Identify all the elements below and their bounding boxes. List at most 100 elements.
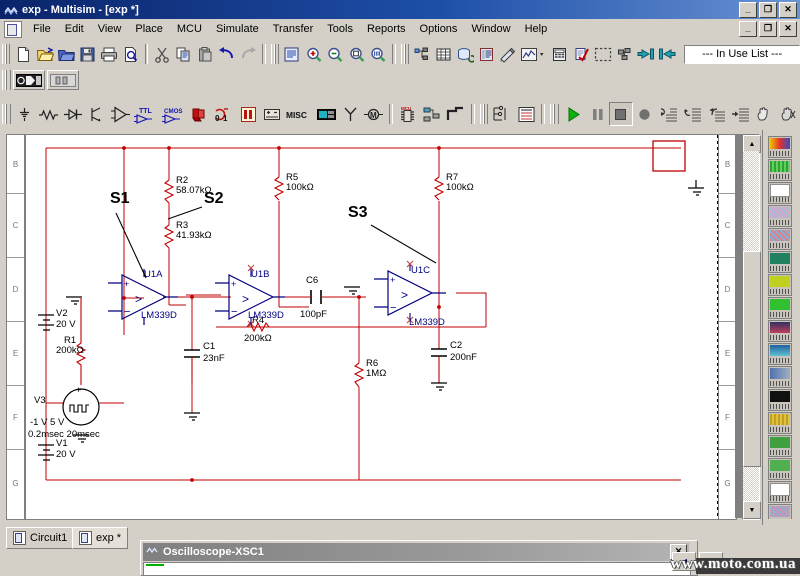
undo-icon[interactable] bbox=[216, 42, 238, 66]
palette-item-6[interactable] bbox=[768, 251, 792, 273]
electromechanical-icon[interactable]: M bbox=[362, 102, 386, 126]
palette-item-3[interactable] bbox=[768, 182, 792, 204]
tab-exp[interactable]: exp * bbox=[72, 527, 129, 549]
pause-icon[interactable] bbox=[585, 102, 609, 126]
stop-hand-icon[interactable] bbox=[776, 102, 800, 126]
toolbar-grip[interactable] bbox=[2, 44, 11, 64]
window-close-button[interactable]: ✕ bbox=[779, 1, 797, 18]
measurement-probe-icon[interactable] bbox=[490, 102, 514, 126]
mdi-minimize-button[interactable]: _ bbox=[739, 21, 757, 37]
oscilloscope-title-bar[interactable]: Oscilloscope-XSC1 ✕ bbox=[143, 543, 689, 561]
palette-item-14[interactable] bbox=[768, 435, 792, 457]
view-toolbar-grip[interactable] bbox=[270, 44, 280, 64]
paste-icon[interactable] bbox=[195, 42, 217, 66]
palette-item-4[interactable] bbox=[768, 205, 792, 227]
window-restore-button[interactable]: ❐ bbox=[759, 1, 777, 18]
palette-item-10[interactable] bbox=[768, 343, 792, 365]
bus-icon[interactable] bbox=[444, 102, 468, 126]
palette-item-15[interactable] bbox=[768, 458, 792, 480]
scroll-down-button[interactable]: ▼ bbox=[743, 501, 761, 519]
palette-item-9[interactable] bbox=[768, 320, 792, 342]
palette-item-13[interactable] bbox=[768, 412, 792, 434]
postprocessor-icon[interactable] bbox=[549, 42, 571, 66]
transfer-to-ultiboard-icon[interactable] bbox=[635, 42, 657, 66]
graphs-analyses-icon[interactable] bbox=[519, 42, 549, 66]
misc-digital-icon[interactable] bbox=[189, 102, 213, 126]
advanced-peripherals-icon[interactable] bbox=[314, 102, 338, 126]
rf-icon[interactable] bbox=[338, 102, 362, 126]
zoom-in-icon[interactable] bbox=[303, 42, 325, 66]
stop-icon[interactable] bbox=[609, 102, 633, 126]
open-file-icon[interactable] bbox=[34, 42, 56, 66]
step-over-icon[interactable] bbox=[681, 102, 705, 126]
menu-item-transfer[interactable]: Transfer bbox=[266, 21, 321, 37]
hierarchical-block-icon[interactable] bbox=[420, 102, 444, 126]
instruments-grip[interactable] bbox=[479, 104, 489, 124]
transistors-icon[interactable] bbox=[85, 102, 109, 126]
main-toolbar-grip[interactable] bbox=[400, 44, 409, 64]
menu-item-window[interactable]: Window bbox=[464, 21, 517, 37]
cut-icon[interactable] bbox=[151, 42, 173, 66]
simulation-grip[interactable] bbox=[550, 104, 560, 124]
zoom-out-icon[interactable] bbox=[324, 42, 346, 66]
new-file-icon[interactable] bbox=[12, 42, 34, 66]
indicators-icon[interactable] bbox=[236, 102, 260, 126]
palette-item-2[interactable] bbox=[768, 159, 792, 181]
transfer-from-ultiboard-icon[interactable] bbox=[657, 42, 679, 66]
palette-item-7[interactable] bbox=[768, 274, 792, 296]
print-preview-icon[interactable] bbox=[120, 42, 142, 66]
palette-item-8[interactable] bbox=[768, 297, 792, 319]
analog-icon[interactable] bbox=[109, 102, 133, 126]
palette-item-11[interactable] bbox=[768, 366, 792, 388]
tab-circuit1[interactable]: Circuit1 bbox=[6, 527, 75, 549]
record-icon[interactable] bbox=[633, 102, 657, 126]
menu-item-reports[interactable]: Reports bbox=[360, 21, 413, 37]
step-into-icon[interactable] bbox=[657, 102, 681, 126]
document-icon[interactable] bbox=[4, 20, 22, 38]
database-icon[interactable] bbox=[454, 42, 476, 66]
spreadsheet-view-icon[interactable] bbox=[433, 42, 455, 66]
zoom-area-icon[interactable] bbox=[346, 42, 368, 66]
menu-item-help[interactable]: Help bbox=[518, 21, 555, 37]
palette-item-5[interactable] bbox=[768, 228, 792, 250]
open-design-icon[interactable] bbox=[55, 42, 77, 66]
menu-item-tools[interactable]: Tools bbox=[320, 21, 360, 37]
copy-icon[interactable] bbox=[173, 42, 195, 66]
save-icon[interactable] bbox=[77, 42, 99, 66]
scroll-thumb[interactable] bbox=[743, 251, 761, 467]
schematic-canvas[interactable]: R2 58.07kΩ R3 41.93kΩ R5 100kΩ R7 100kΩ … bbox=[25, 134, 719, 520]
full-screen-icon[interactable] bbox=[281, 42, 303, 66]
print-icon[interactable] bbox=[98, 42, 120, 66]
palette-item-16[interactable] bbox=[768, 481, 792, 503]
basic-icon[interactable] bbox=[37, 102, 61, 126]
zoom-fit-icon[interactable] bbox=[367, 42, 389, 66]
electrical-rules-check-icon[interactable] bbox=[570, 42, 592, 66]
diodes-icon[interactable] bbox=[61, 102, 85, 126]
menu-item-options[interactable]: Options bbox=[413, 21, 465, 37]
selection-rectangle[interactable] bbox=[652, 140, 686, 172]
power-icon[interactable] bbox=[260, 102, 284, 126]
sources-icon[interactable] bbox=[13, 102, 37, 126]
menu-item-place[interactable]: Place bbox=[128, 21, 170, 37]
ttl-icon[interactable]: TTL bbox=[133, 102, 161, 126]
pause-hand-icon[interactable] bbox=[752, 102, 776, 126]
palette-item-12[interactable] bbox=[768, 389, 792, 411]
menu-item-mcu[interactable]: MCU bbox=[170, 21, 209, 37]
mdi-close-button[interactable]: ✕ bbox=[779, 21, 797, 37]
component-wizard-icon[interactable] bbox=[497, 42, 519, 66]
back-annotate-icon[interactable] bbox=[614, 42, 636, 66]
palette-item-1[interactable] bbox=[768, 136, 792, 158]
misc-icon[interactable]: MISC bbox=[284, 102, 314, 126]
cmos-icon[interactable]: CMOS bbox=[161, 102, 189, 126]
design-toolbox-icon[interactable] bbox=[411, 42, 433, 66]
run-icon[interactable] bbox=[561, 102, 585, 126]
pause-bar-icon[interactable] bbox=[47, 70, 79, 90]
multimeter-icon[interactable] bbox=[514, 102, 538, 126]
menu-item-file[interactable]: File bbox=[26, 21, 58, 37]
vertical-scrollbar[interactable]: ▲ ▼ bbox=[742, 134, 761, 520]
capture-screen-area-icon[interactable] bbox=[592, 42, 614, 66]
simulation-switch-icon[interactable] bbox=[13, 70, 45, 90]
run-to-cursor-icon[interactable] bbox=[728, 102, 752, 126]
step-out-icon[interactable] bbox=[705, 102, 729, 126]
in-use-list-icon[interactable] bbox=[476, 42, 498, 66]
